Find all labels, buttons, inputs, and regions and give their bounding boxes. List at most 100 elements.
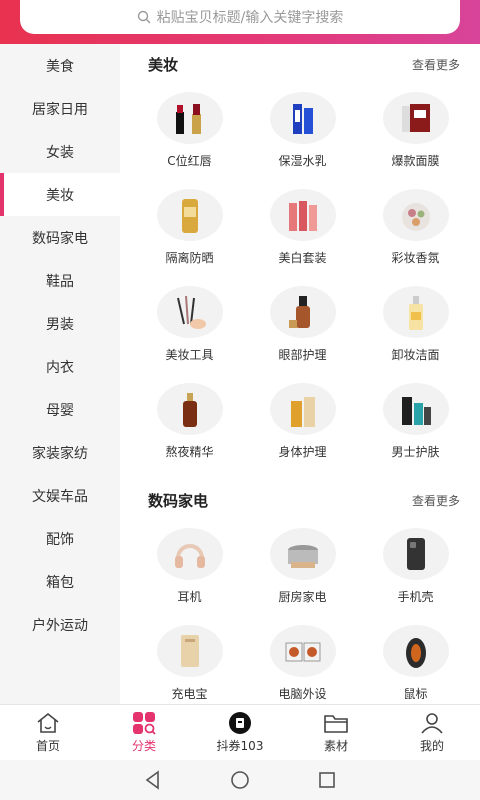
sidebar-item-label: 数码家电: [32, 230, 88, 247]
sidebar-item-digital[interactable]: 数码家电: [0, 216, 120, 259]
lipstick-image: [156, 92, 223, 144]
tab-profile[interactable]: 我的: [384, 705, 480, 760]
tab-category[interactable]: 分类: [96, 705, 192, 760]
power-bank-image: [156, 625, 223, 677]
category-sidebar: 美食 居家日用 女装 美妆 数码家电 鞋品 男装 内衣 母婴 家装家纺 文娱车品…: [0, 44, 120, 704]
subcategory-item[interactable]: 厨房家电: [246, 520, 359, 617]
subcategory-item[interactable]: 隔离防晒: [133, 181, 246, 278]
subcategory-label: 耳机: [177, 590, 202, 604]
subcategory-item[interactable]: 卸妆洁面: [359, 278, 472, 375]
section-title: 数码家电: [148, 491, 209, 510]
subcategory-label: 电脑外设: [278, 687, 327, 701]
subcategory-label: 美妆工具: [165, 348, 214, 362]
tab-label: 分类: [131, 739, 156, 753]
sidebar-item-label: 箱包: [46, 574, 74, 591]
sidebar-item-label: 美食: [46, 58, 74, 75]
sidebar-item-food[interactable]: 美食: [0, 44, 120, 87]
subcategory-item[interactable]: 美白套装: [246, 181, 359, 278]
mens-skincare-image: [382, 383, 449, 435]
home-circle-icon[interactable]: [229, 769, 251, 791]
subcategory-label: 爆款面膜: [391, 154, 440, 168]
subcategory-item[interactable]: 耳机: [133, 520, 246, 617]
tab-materials[interactable]: 素材: [288, 705, 384, 760]
sidebar-item-underwear[interactable]: 内衣: [0, 345, 120, 388]
sidebar-item-label: 母婴: [46, 402, 74, 419]
sidebar-item-label: 居家日用: [32, 101, 88, 118]
sidebar-item-womens-clothing[interactable]: 女装: [0, 130, 120, 173]
sidebar-item-mens-clothing[interactable]: 男装: [0, 302, 120, 345]
sidebar-item-label: 美妆: [46, 187, 74, 204]
tab-douquan[interactable]: 抖券103: [192, 705, 288, 760]
subcategory-item[interactable]: 美妆工具: [133, 278, 246, 375]
user-icon: [421, 713, 443, 734]
bottom-tab-bar: 首页 分类 抖券103 素材 我的: [0, 704, 480, 760]
subcategory-item[interactable]: 鼠标: [359, 617, 472, 704]
tab-label: 首页: [35, 739, 60, 753]
search-input[interactable]: 粘贴宝贝标题/输入关键字搜索: [20, 0, 460, 34]
sidebar-item-accessories[interactable]: 配饰: [0, 517, 120, 560]
folder-icon: [324, 715, 348, 733]
sidebar-item-label: 男装: [46, 316, 74, 333]
tab-home[interactable]: 首页: [0, 705, 96, 760]
cooking-pot-image: [269, 528, 336, 580]
subcategory-item[interactable]: C位红唇: [133, 84, 246, 181]
subcategory-item[interactable]: 彩妆香氛: [359, 181, 472, 278]
sidebar-item-household[interactable]: 居家日用: [0, 87, 120, 130]
subcategory-label: 厨房家电: [278, 590, 327, 604]
subcategory-label: 保湿水乳: [278, 154, 327, 168]
tab-label: 素材: [323, 739, 348, 753]
subcategory-item[interactable]: 熬夜精华: [133, 375, 246, 472]
subcategory-item[interactable]: 身体护理: [246, 375, 359, 472]
sidebar-item-label: 鞋品: [46, 273, 74, 290]
headphones-image: [156, 528, 223, 580]
system-nav-bar: [0, 760, 480, 800]
sidebar-item-label: 女装: [46, 144, 74, 161]
sidebar-item-label: 文娱车品: [32, 488, 88, 505]
sidebar-item-home-textiles[interactable]: 家装家纺: [0, 431, 120, 474]
sidebar-item-beauty[interactable]: 美妆: [0, 173, 120, 216]
section-header-beauty: 美妆 查看更多: [120, 44, 480, 84]
subcategory-label: 鼠标: [403, 687, 428, 701]
tab-label: 抖券103: [216, 739, 264, 753]
subcategory-item[interactable]: 保湿水乳: [246, 84, 359, 181]
sidebar-item-label: 家装家纺: [32, 445, 88, 462]
section-title: 美妆: [148, 55, 179, 74]
sidebar-item-outdoor[interactable]: 户外运动: [0, 603, 120, 646]
mouse-image: [382, 625, 449, 677]
lotion-bottle-image: [269, 92, 336, 144]
body-care-image: [269, 383, 336, 435]
recents-square-icon[interactable]: [316, 769, 338, 791]
subcategory-grid: 耳机 厨房家电 手机壳 充电宝 电脑外设 鼠标: [120, 520, 480, 704]
category-icon: [133, 712, 156, 735]
sidebar-item-entertainment-auto[interactable]: 文娱车品: [0, 474, 120, 517]
eye-cream-image: [269, 286, 336, 338]
search-placeholder: 粘贴宝贝标题/输入关键字搜索: [156, 10, 344, 26]
subcategory-label: C位红唇: [167, 154, 212, 168]
makeup-brushes-image: [156, 286, 223, 338]
subcategory-item[interactable]: 充电宝: [133, 617, 246, 704]
back-icon[interactable]: [142, 769, 164, 791]
subcategory-item[interactable]: 眼部护理: [246, 278, 359, 375]
sidebar-item-label: 内衣: [46, 359, 74, 376]
sidebar-item-shoes[interactable]: 鞋品: [0, 259, 120, 302]
sidebar-item-label: 配饰: [46, 531, 74, 548]
see-more-link[interactable]: 查看更多: [412, 492, 460, 509]
subcategory-label: 充电宝: [171, 687, 208, 701]
subcategory-item[interactable]: 男士护肤: [359, 375, 472, 472]
section-header-digital: 数码家电 查看更多: [120, 480, 480, 520]
see-more-link[interactable]: 查看更多: [412, 56, 460, 73]
sidebar-item-baby[interactable]: 母婴: [0, 388, 120, 431]
home-icon: [37, 712, 59, 733]
whitening-set-image: [269, 189, 336, 241]
subcategory-item[interactable]: 爆款面膜: [359, 84, 472, 181]
cleanser-bottle-image: [382, 286, 449, 338]
subcategory-label: 彩妆香氛: [391, 251, 440, 265]
sidebar-item-bags[interactable]: 箱包: [0, 560, 120, 603]
subcategory-label: 手机壳: [397, 590, 434, 604]
search-icon: [137, 10, 151, 24]
subcategory-item[interactable]: 电脑外设: [246, 617, 359, 704]
makeup-palette-image: [382, 189, 449, 241]
subcategory-label: 身体护理: [278, 445, 327, 459]
subcategory-label: 男士护肤: [391, 445, 440, 459]
subcategory-item[interactable]: 手机壳: [359, 520, 472, 617]
